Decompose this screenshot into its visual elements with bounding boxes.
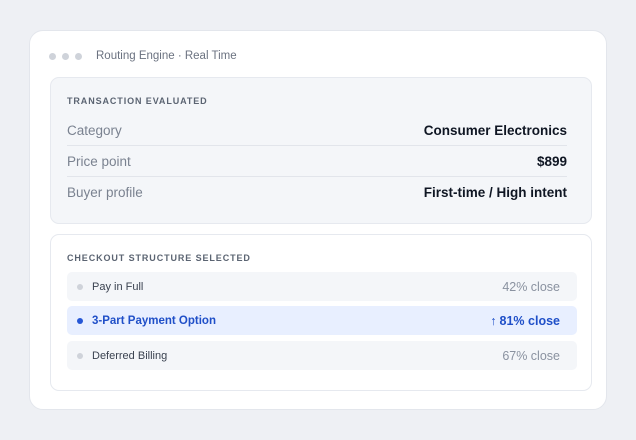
arrow-up-icon: ↑	[490, 313, 497, 328]
option-left: Deferred Billing	[77, 350, 167, 362]
option-rate: 42% close	[502, 279, 560, 294]
option-rate: 67% close	[502, 348, 560, 363]
option-pay-in-full[interactable]: Pay in Full 42% close	[67, 272, 577, 301]
checkout-heading: CHECKOUT STRUCTURE SELECTED	[67, 253, 251, 263]
row-value: $899	[536, 153, 567, 169]
window-dot-icon	[62, 52, 69, 60]
transaction-row-category: Category Consumer Electronics	[67, 115, 567, 146]
window-titlebar: Routing Engine · Real Time	[49, 48, 237, 64]
transaction-heading: TRANSACTION EVALUATED	[67, 96, 208, 106]
option-left: 3-Part Payment Option	[77, 315, 216, 327]
transaction-row-price: Price point $899	[67, 146, 567, 177]
bullet-icon	[77, 283, 83, 290]
checkout-panel: CHECKOUT STRUCTURE SELECTED Pay in Full …	[50, 234, 592, 391]
window-dot-icon	[75, 52, 82, 60]
routing-engine-window: Routing Engine · Real Time TRANSACTION E…	[29, 30, 607, 410]
option-name: 3-Part Payment Option	[92, 314, 216, 327]
window-title: Routing Engine · Real Time	[96, 50, 237, 62]
option-3-part-payment[interactable]: 3-Part Payment Option ↑ 81% close	[67, 306, 577, 335]
option-rate: 81% close	[499, 313, 560, 328]
option-deferred-billing[interactable]: Deferred Billing 67% close	[67, 341, 577, 370]
transaction-panel: TRANSACTION EVALUATED Category Consumer …	[50, 77, 592, 224]
option-name: Pay in Full	[92, 280, 144, 293]
row-key: Category	[67, 122, 122, 138]
option-left: Pay in Full	[77, 281, 143, 293]
row-value: First-time / High intent	[423, 185, 567, 200]
transaction-row-buyer: Buyer profile First-time / High intent	[67, 177, 567, 208]
bullet-icon	[77, 317, 83, 324]
row-key: Buyer profile	[67, 185, 143, 200]
row-key: Price point	[67, 153, 131, 169]
row-value: Consumer Electronics	[423, 122, 567, 138]
option-name: Deferred Billing	[92, 349, 168, 362]
bullet-icon	[77, 352, 83, 359]
window-dot-icon	[49, 52, 56, 60]
option-rate-wrap: ↑ 81% close	[490, 314, 560, 328]
